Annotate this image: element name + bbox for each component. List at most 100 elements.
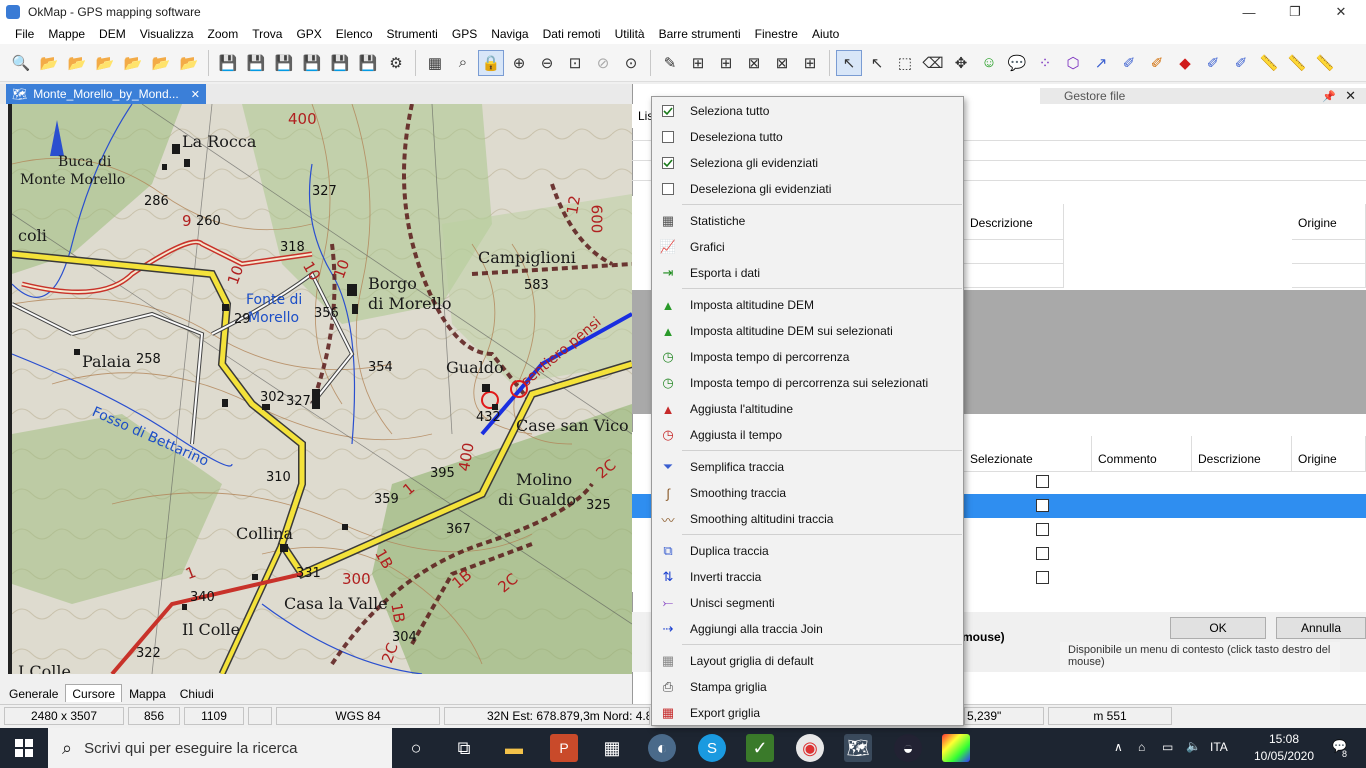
ruler-delete-icon[interactable]: 📏 [1312,50,1338,76]
save-disabled-icon[interactable]: 💾 [327,50,353,76]
smiley-icon[interactable]: ☺ [976,50,1002,76]
pointer-icon[interactable]: ↖ [836,49,862,76]
open-folder-icon[interactable]: 📂 [92,50,118,76]
waypoint-delete-icon[interactable]: ✐ [1228,50,1254,76]
maximize-button[interactable]: ❐ [1272,0,1318,24]
save-icon[interactable]: 💾 [243,50,269,76]
open-folder-icon[interactable]: 📂 [64,50,90,76]
grid-remove-icon[interactable]: ⊠ [769,50,795,76]
column-header[interactable]: Commento [1092,436,1192,472]
menu-barre-strumenti[interactable]: Barre strumenti [652,24,748,44]
menu-item-unisci-segmenti[interactable]: ⤚ Unisci segmenti [652,590,963,616]
menu-gpx[interactable]: GPX [289,24,328,44]
menu-item-seleziona-tutto[interactable]: Seleziona tutto [652,98,963,124]
pointer-add-icon[interactable]: ↖ [864,50,890,76]
search-icon[interactable]: ⌕ [450,50,476,76]
menu-item-imposta-tempo-selezionati[interactable]: ◷ Imposta tempo di percorrenza sui selez… [652,370,963,396]
grid-check-icon[interactable]: ⊞ [797,50,823,76]
zoom-out-icon[interactable]: ⊖ [534,50,560,76]
ruler-icon[interactable]: 📏 [1284,50,1310,76]
grid-icon[interactable]: ⊞ [685,50,711,76]
open-folder-icon[interactable]: 📂 [36,50,62,76]
menu-dati-remoti[interactable]: Dati remoti [536,24,608,44]
move-icon[interactable]: ✥ [948,50,974,76]
open-folder-icon[interactable]: 📂 [176,50,202,76]
menu-dem[interactable]: DEM [92,24,133,44]
marker-icon[interactable]: ✐ [1144,50,1170,76]
app-icon[interactable]: ◒ [894,734,922,762]
pin-icon[interactable]: 📌 [1322,90,1336,103]
chevron-up-icon[interactable]: ∧ [1114,740,1123,754]
menu-item-esporta-dati[interactable]: ⇥ Esporta i dati [652,260,963,286]
menu-mappe[interactable]: Mappe [41,24,92,44]
edit-icon[interactable]: ✎ [657,50,683,76]
track-edit-icon[interactable]: ✐ [1116,50,1142,76]
app-icon[interactable]: ◐ [648,734,676,762]
menu-item-duplica-traccia[interactable]: ⧉ Duplica traccia [652,538,963,564]
menu-utilita[interactable]: Utilità [608,24,652,44]
menu-trova[interactable]: Trova [245,24,289,44]
menu-item-grafici[interactable]: 📈 Grafici [652,234,963,260]
skype-icon[interactable]: S [698,734,726,762]
menu-finestre[interactable]: Finestre [748,24,805,44]
menu-item-layout-griglia[interactable]: ▦ Layout griglia di default [652,648,963,674]
tab-cursore[interactable]: Cursore [65,684,123,702]
menu-item-stampa-griglia[interactable]: ⎙ Stampa griglia [652,674,963,700]
menu-file[interactable]: File [8,24,41,44]
pointer-select-icon[interactable]: ⬚ [892,50,918,76]
menu-item-imposta-tempo[interactable]: ◷ Imposta tempo di percorrenza [652,344,963,370]
menu-item-smoothing-traccia[interactable]: ∫ Smoothing traccia [652,480,963,506]
taskbar-search[interactable]: ⌕ Scrivi qui per eseguire la ricerca [48,728,392,768]
clock-time[interactable]: 15:08 [1254,732,1314,746]
column-header[interactable]: Descrizione [1192,436,1292,472]
menu-zoom[interactable]: Zoom [201,24,246,44]
paint-icon[interactable] [942,734,970,762]
waypoint-icon[interactable]: ◆ [1172,50,1198,76]
polygon-icon[interactable]: ⬡ [1060,50,1086,76]
zoom-fit-icon[interactable]: ⊡ [562,50,588,76]
menu-aiuto[interactable]: Aiuto [805,24,846,44]
menu-item-inverti-traccia[interactable]: ⇅ Inverti traccia [652,564,963,590]
column-header[interactable]: Origine [1292,436,1366,472]
powerpoint-icon[interactable]: P [550,734,578,762]
chat-icon[interactable]: 💬 [1004,50,1030,76]
tab-monte-morello[interactable]: 🗺 Monte_Morello_by_Mond... ✕ [6,84,206,104]
ruler-icon[interactable]: 📏 [1256,50,1282,76]
menu-item-statistiche[interactable]: ▦ Statistiche [652,208,963,234]
row-checkbox[interactable] [1036,547,1049,560]
file-explorer-icon[interactable]: ▬ [500,734,528,762]
menu-item-aggiusta-tempo[interactable]: ◷ Aggiusta il tempo [652,422,963,448]
waypoint-edit-icon[interactable]: ✐ [1200,50,1226,76]
open-folder-icon[interactable]: 📂 [120,50,146,76]
eraser-icon[interactable]: ⌫ [920,50,946,76]
menu-item-seleziona-evidenziati[interactable]: Seleziona gli evidenziati [652,150,963,176]
save-icon[interactable]: 💾 [215,50,241,76]
open-folder-icon[interactable]: 📂 [148,50,174,76]
layers-icon[interactable]: ▦ [422,50,448,76]
tab-generale[interactable]: Generale [2,684,65,702]
app-icon[interactable]: ✓ [746,734,774,762]
menu-item-deseleziona-tutto[interactable]: Deseleziona tutto [652,124,963,150]
tab-mappa[interactable]: Mappa [122,684,173,702]
column-header[interactable]: Descrizione [964,204,1064,240]
calculator-icon[interactable]: ▦ [598,734,626,762]
menu-naviga[interactable]: Naviga [484,24,535,44]
save-icon[interactable]: 💾 [271,50,297,76]
settings-icon[interactable]: ⚙ [383,50,409,76]
task-view-icon[interactable]: ⧉ [450,734,478,762]
menu-gps[interactable]: GPS [445,24,484,44]
battery-icon[interactable]: ▭ [1162,740,1173,754]
lock-icon[interactable]: 🔒 [478,49,504,76]
menu-visualizza[interactable]: Visualizza [133,24,201,44]
save-disabled-icon[interactable]: 💾 [355,50,381,76]
start-button[interactable] [0,728,48,768]
row-checkbox[interactable] [1036,475,1049,488]
grid-icon[interactable]: ⊞ [713,50,739,76]
minimize-button[interactable]: — [1226,0,1272,24]
language-indicator[interactable]: ITA [1210,740,1228,754]
chrome-icon[interactable]: ◉ [796,734,824,762]
route-dots-icon[interactable]: ⁘ [1032,50,1058,76]
zoom-actual-icon[interactable]: ⊙ [618,50,644,76]
zoom-map-icon[interactable]: 🔍 [8,50,34,76]
grid-cell[interactable] [964,264,1064,288]
